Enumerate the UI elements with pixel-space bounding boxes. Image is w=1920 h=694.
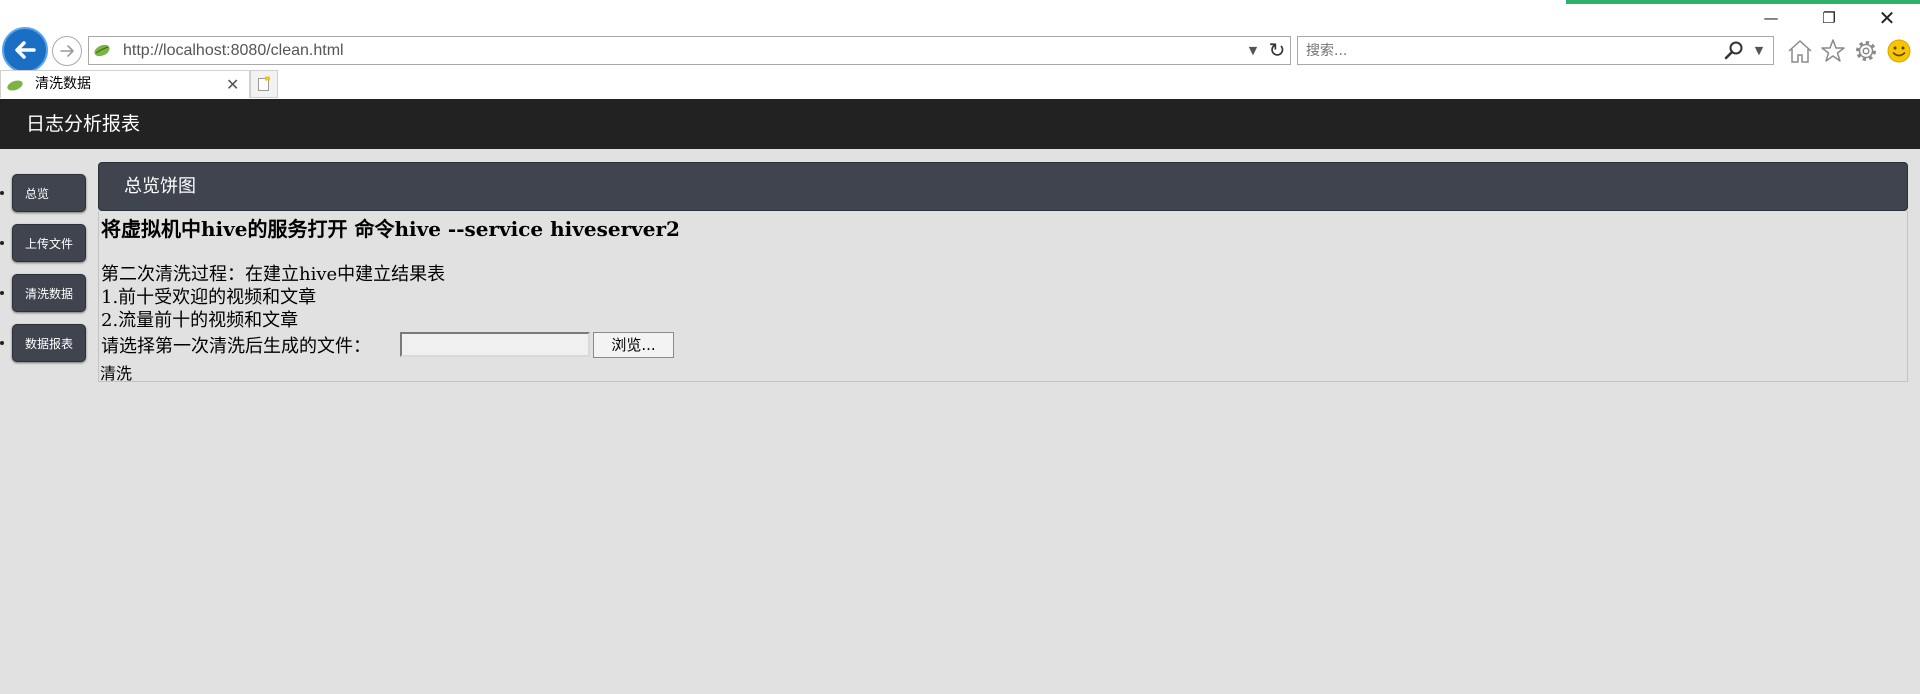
back-button[interactable] bbox=[2, 27, 48, 73]
window-close-button[interactable]: ✕ bbox=[1864, 4, 1910, 32]
forward-arrow-icon bbox=[60, 45, 74, 57]
file-label: 请选择第一次清洗后生成的文件： bbox=[101, 336, 371, 357]
list-bullet bbox=[0, 341, 4, 345]
refresh-icon[interactable]: ↻ bbox=[1265, 37, 1289, 64]
back-arrow-icon bbox=[15, 41, 36, 59]
site-favicon-icon bbox=[94, 44, 110, 57]
panel-header: 总览饼图 bbox=[98, 162, 1908, 211]
sidebar-item-overview[interactable]: 总览 bbox=[12, 174, 86, 212]
new-tab-icon bbox=[258, 76, 270, 91]
search-input[interactable] bbox=[1306, 37, 1706, 64]
browse-button[interactable]: 浏览... bbox=[593, 332, 674, 358]
search-icon[interactable] bbox=[1722, 40, 1746, 62]
list-bullet bbox=[0, 191, 4, 195]
instruction-heading: 将虚拟机中hive的服务打开 命令hive --service hiveserv… bbox=[101, 217, 680, 241]
address-url[interactable]: http://localhost:8080/clean.html bbox=[123, 37, 344, 64]
list-bullet bbox=[0, 291, 4, 295]
search-box[interactable]: ▼ bbox=[1297, 36, 1774, 65]
panel-title: 总览饼图 bbox=[124, 176, 196, 197]
address-bar[interactable]: http://localhost:8080/clean.html ▼ ↻ bbox=[88, 36, 1291, 65]
address-dropdown-icon[interactable]: ▼ bbox=[1244, 37, 1262, 64]
gear-icon[interactable] bbox=[1851, 36, 1881, 66]
sidebar-item-clean[interactable]: 清洗数据 bbox=[12, 274, 86, 312]
browser-tab[interactable]: 清洗数据 ✕ bbox=[0, 70, 250, 98]
tab-title: 清洗数据 bbox=[35, 76, 91, 92]
minimize-button[interactable]: — bbox=[1748, 4, 1794, 32]
smile-icon[interactable] bbox=[1884, 36, 1914, 66]
browser-chrome: — ❐ ✕ http://localhost:8080/clean.html ▼… bbox=[0, 0, 1920, 99]
app-title: 日志分析报表 bbox=[26, 113, 141, 135]
clean-button[interactable]: 清洗 bbox=[100, 360, 132, 384]
list-item: 2.流量前十的视频和文章 bbox=[101, 310, 299, 331]
home-icon[interactable] bbox=[1785, 36, 1815, 66]
top-navbar: 日志分析报表 bbox=[0, 99, 1920, 149]
file-path-field[interactable] bbox=[400, 332, 590, 357]
sidebar-item-upload[interactable]: 上传文件 bbox=[12, 224, 86, 262]
sidebar-item-report[interactable]: 数据报表 bbox=[12, 324, 86, 362]
list-bullet bbox=[0, 241, 4, 245]
new-tab-button[interactable] bbox=[250, 70, 278, 98]
restore-button[interactable]: ❐ bbox=[1806, 4, 1852, 32]
panel-body: 将虚拟机中hive的服务打开 命令hive --service hiveserv… bbox=[98, 211, 1908, 384]
close-icon[interactable]: ✕ bbox=[226, 71, 239, 98]
star-icon[interactable] bbox=[1818, 36, 1848, 66]
search-dropdown-icon[interactable]: ▼ bbox=[1750, 37, 1768, 64]
forward-button[interactable] bbox=[52, 36, 82, 66]
tab-favicon-icon bbox=[7, 80, 23, 91]
